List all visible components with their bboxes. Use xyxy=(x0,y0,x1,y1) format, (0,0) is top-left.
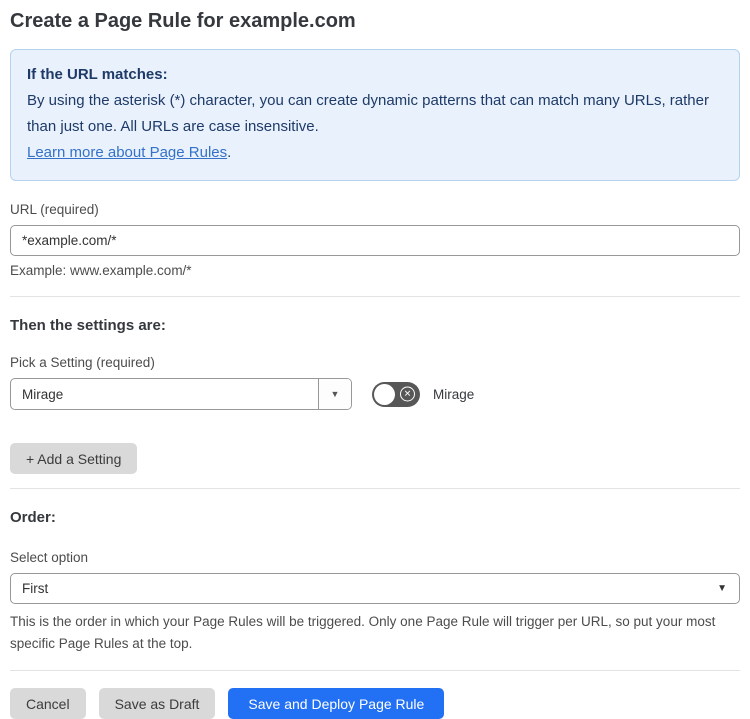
create-page-rule-panel: Create a Page Rule for example.com If th… xyxy=(0,0,750,719)
url-field-hint: Example: www.example.com/* xyxy=(10,263,192,278)
add-setting-button[interactable]: + Add a Setting xyxy=(10,443,138,474)
setting-row: Mirage ▼ ✕ Mirage xyxy=(10,378,740,410)
chevron-down-icon: ▼ xyxy=(330,389,340,399)
divider xyxy=(10,488,740,489)
page-title: Create a Page Rule for example.com xyxy=(10,10,356,32)
order-select[interactable]: First ▼ xyxy=(10,573,740,604)
cancel-button[interactable]: Cancel xyxy=(10,688,86,719)
url-field-label: URL (required) xyxy=(10,202,99,217)
setting-picker-value: Mirage xyxy=(22,386,64,402)
url-input[interactable] xyxy=(10,225,740,256)
toggle-knob xyxy=(374,383,395,405)
toggle-off-x-icon: ✕ xyxy=(400,386,415,402)
save-and-deploy-button[interactable]: Save and Deploy Page Rule xyxy=(228,688,445,719)
settings-section-heading: Then the settings are: xyxy=(10,317,166,334)
learn-more-link[interactable]: Learn more about Page Rules xyxy=(27,144,227,161)
order-select-value: First xyxy=(22,581,49,596)
setting-picker-arrow-button[interactable]: ▼ xyxy=(318,379,351,409)
info-link-suffix: . xyxy=(227,144,232,161)
url-match-info-box: If the URL matches: By using the asteris… xyxy=(10,49,740,181)
toggle-label: Mirage xyxy=(433,386,475,402)
info-box-body: By using the asterisk (*) character, you… xyxy=(27,88,723,166)
mirage-toggle[interactable]: ✕ xyxy=(372,381,420,407)
divider xyxy=(10,670,740,671)
setting-picker-dropdown[interactable]: Mirage ▼ xyxy=(10,378,352,410)
divider xyxy=(10,296,740,297)
info-box-body-text: By using the asterisk (*) character, you… xyxy=(27,92,709,135)
info-box-heading: If the URL matches: xyxy=(27,66,168,83)
save-as-draft-button[interactable]: Save as Draft xyxy=(98,688,216,719)
order-select-label: Select option xyxy=(10,550,89,565)
chevron-down-icon: ▼ xyxy=(717,583,727,594)
pick-setting-label: Pick a Setting (required) xyxy=(10,355,155,370)
order-hint: This is the order in which your Page Rul… xyxy=(10,614,716,651)
order-section-heading: Order: xyxy=(10,509,56,526)
footer-actions: Cancel Save as Draft Save and Deploy Pag… xyxy=(10,688,740,719)
